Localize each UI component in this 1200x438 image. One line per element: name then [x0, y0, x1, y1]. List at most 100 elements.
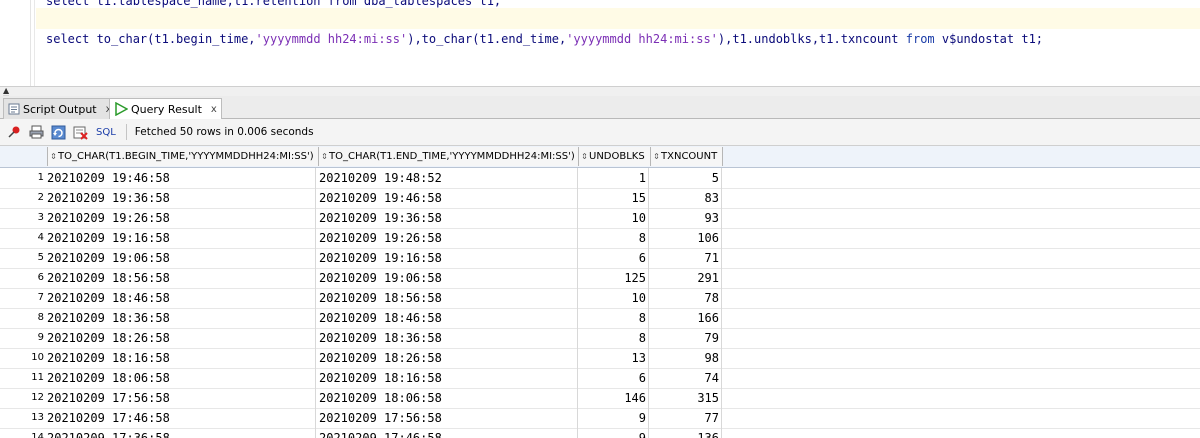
cell-undoblks[interactable]: 1: [579, 168, 649, 188]
sort-icon[interactable]: ⇕: [580, 152, 589, 161]
cell-begin-time[interactable]: 20210209 19:16:58: [47, 228, 316, 248]
table-row[interactable]: 12 20210209 17:56:58 20210209 18:06:58 146 3…: [0, 388, 1200, 409]
cell-txncount[interactable]: 71: [651, 248, 722, 268]
cell-begin-time[interactable]: 20210209 18:46:58: [47, 288, 316, 308]
sort-icon[interactable]: ⇕: [652, 152, 661, 161]
cell-undoblks[interactable]: 146: [579, 388, 649, 408]
row-number: 1: [37, 172, 44, 183]
cell-txncount[interactable]: 315: [651, 388, 722, 408]
table-row[interactable]: 4 20210209 19:16:58 20210209 19:26:58 8 106: [0, 228, 1200, 249]
cell-end-time[interactable]: 20210209 18:56:58: [319, 288, 578, 308]
cell-undoblks[interactable]: 125: [579, 268, 649, 288]
cell-begin-time[interactable]: 20210209 19:26:58: [47, 208, 316, 228]
row-number: 9: [37, 332, 44, 343]
column-header-undoblks[interactable]: ⇕ UNDOBLKS: [578, 147, 651, 166]
table-row[interactable]: 6 20210209 18:56:58 20210209 19:06:58 125 29…: [0, 268, 1200, 289]
cell-txncount[interactable]: 106: [651, 228, 722, 248]
cell-undoblks[interactable]: 9: [579, 428, 649, 438]
code-line-previous[interactable]: select t1.tablespace_name,t1.retention f…: [46, 0, 501, 8]
cell-undoblks[interactable]: 9: [579, 408, 649, 428]
table-row[interactable]: 10 20210209 18:16:58 20210209 18:26:58 13 98: [0, 348, 1200, 369]
table-row[interactable]: 8 20210209 18:36:58 20210209 18:46:58 8 166: [0, 308, 1200, 329]
cell-end-time[interactable]: 20210209 17:56:58: [319, 408, 578, 428]
cell-end-time[interactable]: 20210209 19:06:58: [319, 268, 578, 288]
cell-begin-time[interactable]: 20210209 19:46:58: [47, 168, 316, 188]
table-row[interactable]: 9 20210209 18:26:58 20210209 18:36:58 8 79: [0, 328, 1200, 349]
cell-undoblks[interactable]: 10: [579, 208, 649, 228]
column-header-end-time[interactable]: ⇕ TO_CHAR(T1.END_TIME,'YYYYMMDDHH24:MI:SS…: [318, 147, 579, 166]
sort-icon[interactable]: ⇕: [320, 152, 329, 161]
cell-end-time[interactable]: 20210209 19:16:58: [319, 248, 578, 268]
cell-txncount[interactable]: 5: [651, 168, 722, 188]
row-number: 3: [37, 212, 44, 223]
cell-begin-time[interactable]: 20210209 18:56:58: [47, 268, 316, 288]
cell-txncount[interactable]: 98: [651, 348, 722, 368]
cell-begin-time[interactable]: 20210209 19:06:58: [47, 248, 316, 268]
cell-undoblks[interactable]: 8: [579, 228, 649, 248]
cell-begin-time[interactable]: 20210209 18:16:58: [47, 348, 316, 368]
code-segment: select to_char(t1.begin_time,: [46, 32, 256, 46]
cell-txncount[interactable]: 291: [651, 268, 722, 288]
refresh-icon[interactable]: [50, 124, 66, 140]
cell-begin-time[interactable]: 20210209 17:56:58: [47, 388, 316, 408]
cell-end-time[interactable]: 20210209 18:36:58: [319, 328, 578, 348]
cell-begin-time[interactable]: 20210209 17:46:58: [47, 408, 316, 428]
table-row[interactable]: 3 20210209 19:26:58 20210209 19:36:58 10 93: [0, 208, 1200, 229]
cell-txncount[interactable]: 78: [651, 288, 722, 308]
cell-undoblks[interactable]: 15: [579, 188, 649, 208]
sql-editor[interactable]: select t1.tablespace_name,t1.retention f…: [0, 0, 1200, 86]
cell-end-time[interactable]: 20210209 18:46:58: [319, 308, 578, 328]
cell-begin-time[interactable]: 20210209 18:06:58: [47, 368, 316, 388]
cell-end-time[interactable]: 20210209 19:46:58: [319, 188, 578, 208]
sql-button[interactable]: SQL: [96, 127, 116, 138]
column-header-begin-time[interactable]: ⇕ TO_CHAR(T1.BEGIN_TIME,'YYYYMMDDHH24:MI:…: [47, 147, 319, 166]
cell-undoblks[interactable]: 6: [579, 248, 649, 268]
pin-icon[interactable]: [6, 124, 22, 140]
cell-undoblks[interactable]: 13: [579, 348, 649, 368]
cell-begin-time[interactable]: 20210209 18:26:58: [47, 328, 316, 348]
row-number: 8: [37, 312, 44, 323]
row-number: 7: [37, 292, 44, 303]
cell-begin-time[interactable]: 20210209 19:36:58: [47, 188, 316, 208]
column-header-txncount[interactable]: ⇕ TXNCOUNT: [650, 147, 723, 166]
cell-txncount[interactable]: 79: [651, 328, 722, 348]
cell-txncount[interactable]: 136: [651, 428, 722, 438]
cell-undoblks[interactable]: 10: [579, 288, 649, 308]
cell-undoblks[interactable]: 8: [579, 328, 649, 348]
code-line-query[interactable]: select to_char(t1.begin_time,'yyyymmdd h…: [46, 32, 1043, 46]
cell-end-time[interactable]: 20210209 19:26:58: [319, 228, 578, 248]
table-row[interactable]: 7 20210209 18:46:58 20210209 18:56:58 10 78: [0, 288, 1200, 309]
table-row[interactable]: 5 20210209 19:06:58 20210209 19:16:58 6 71: [0, 248, 1200, 269]
cell-end-time[interactable]: 20210209 18:16:58: [319, 368, 578, 388]
cell-txncount[interactable]: 93: [651, 208, 722, 228]
cell-undoblks[interactable]: 6: [579, 368, 649, 388]
cell-txncount[interactable]: 74: [651, 368, 722, 388]
cell-begin-time[interactable]: 20210209 18:36:58: [47, 308, 316, 328]
table-row[interactable]: 2 20210209 19:36:58 20210209 19:46:58 15 83: [0, 188, 1200, 209]
tab-label: Query Result: [131, 102, 202, 116]
cell-end-time[interactable]: 20210209 19:36:58: [319, 208, 578, 228]
tab-query-result[interactable]: Query Result x: [109, 98, 222, 119]
table-row[interactable]: 13 20210209 17:46:58 20210209 17:56:58 9 77: [0, 408, 1200, 429]
tab-script-output[interactable]: Script Output x: [3, 98, 117, 119]
cell-txncount[interactable]: 83: [651, 188, 722, 208]
table-row[interactable]: 14 20210209 17:36:58 20210209 17:46:58 9 136: [0, 428, 1200, 438]
table-row[interactable]: 1 20210209 19:46:58 20210209 19:48:52 1 5: [0, 168, 1200, 189]
cell-undoblks[interactable]: 8: [579, 308, 649, 328]
table-row[interactable]: 11 20210209 18:06:58 20210209 18:16:58 6 74: [0, 368, 1200, 389]
cell-begin-time[interactable]: 20210209 17:36:58: [47, 428, 316, 438]
cell-txncount[interactable]: 166: [651, 308, 722, 328]
editor-gutter: [0, 0, 31, 86]
sort-icon[interactable]: ⇕: [49, 152, 58, 161]
close-icon[interactable]: x: [211, 104, 217, 115]
cancel-query-icon[interactable]: [72, 124, 88, 140]
cell-txncount[interactable]: 77: [651, 408, 722, 428]
print-icon[interactable]: [28, 124, 44, 140]
output-tab-bar: Script Output x Query Result x: [0, 96, 1200, 119]
cell-end-time[interactable]: 20210209 17:46:58: [319, 428, 578, 438]
result-grid[interactable]: ⇕ TO_CHAR(T1.BEGIN_TIME,'YYYYMMDDHH24:MI:…: [0, 146, 1200, 438]
column-header-label: UNDOBLKS: [589, 151, 645, 162]
cell-end-time[interactable]: 20210209 19:48:52: [319, 168, 578, 188]
cell-end-time[interactable]: 20210209 18:06:58: [319, 388, 578, 408]
cell-end-time[interactable]: 20210209 18:26:58: [319, 348, 578, 368]
